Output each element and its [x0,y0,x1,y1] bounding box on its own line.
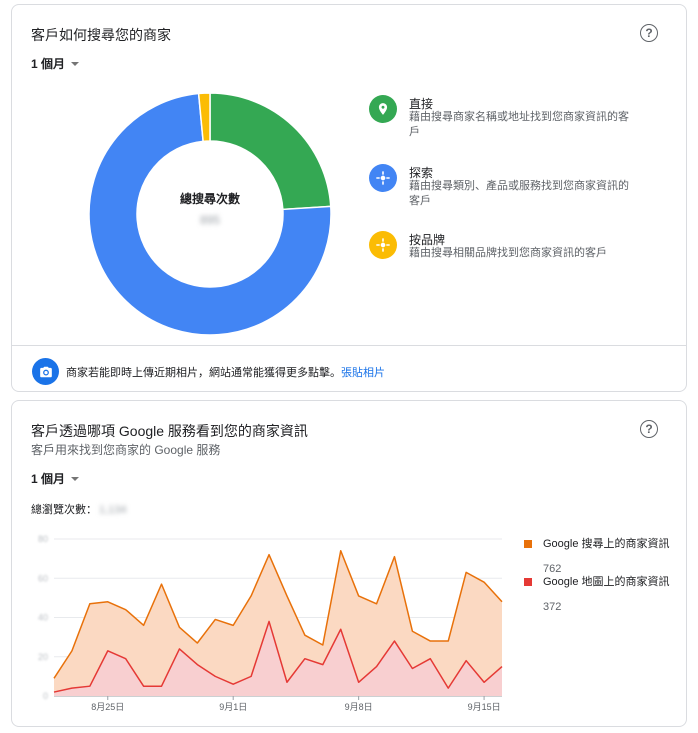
views-card-title: 客戶透過哪項 Google 服務看到您的商家資訊 [31,423,308,439]
x-tick-label: 9月15日 [468,702,501,712]
y-tick-label: 60 [38,573,48,583]
x-tick-label: 9月1日 [219,702,247,712]
y-tick-label: 40 [38,613,48,623]
views-card-subtitle: 客戶用來找到您商家的 Google 服務 [31,443,221,457]
period-dropdown[interactable]: 1 個月 [31,55,80,72]
donut-center-value: 895 [199,213,221,227]
legend-description: 藉由搜尋類別、產品或服務找到您商家資訊的客戶 [409,180,629,207]
views-by-service-card: 客戶透過哪項 Google 服務看到您的商家資訊 客戶用來找到您商家的 Goog… [11,400,687,727]
camera-icon [32,358,59,385]
chevron-down-icon [71,62,80,66]
y-tick-label: 80 [38,534,48,544]
period-dropdown-label: 1 個月 [31,472,66,486]
series-total: 372 [543,601,562,613]
total-views-value: 1,134 [99,504,127,516]
donut-center-label: 總搜尋次數 [179,192,240,206]
x-tick-label: 8月25日 [91,702,124,712]
help-icon[interactable]: ? [640,420,658,438]
search-breakdown-card: 客戶如何搜尋您的商家 ? 1 個月 總搜尋次數 895 直接 藉由搜尋商家名稱或… [11,4,687,392]
compass-icon [369,164,397,192]
chevron-down-icon [71,477,80,481]
search-card-title: 客戶如何搜尋您的商家 [31,27,171,43]
period-dropdown[interactable]: 1 個月 [31,470,80,487]
map-pin-icon [369,95,397,123]
legend-description: 藉由搜尋商家名稱或地址找到您商家資訊的客戶 [409,111,629,138]
x-tick-label: 9月8日 [345,702,373,712]
legend-description: 藉由搜尋相關品牌找到您商家資訊的客戶 [409,247,607,259]
legend-swatch [524,578,532,586]
photo-tip-text: 商家若能即時上傳近期相片，網站通常能獲得更多點擊。張貼相片 [66,367,385,379]
legend-swatch [524,540,532,548]
period-dropdown-label: 1 個月 [31,57,66,71]
views-area-chart: 0 20 40 60 80 8月25日 9月1日 9月8日 9月15日 [38,534,503,712]
series-name: Google 地圖上的商家資訊 [543,576,670,588]
help-icon[interactable]: ? [640,24,658,42]
total-views: 總瀏覽次數： 1,134 [31,501,127,517]
compass-icon [369,231,397,259]
y-tick-label: 20 [38,652,48,662]
series-total: 762 [543,563,562,575]
total-views-label: 總瀏覽次數： [31,504,97,516]
series-name: Google 搜尋上的商家資訊 [543,538,670,550]
photo-tip-footer: 商家若能即時上傳近期相片，網站通常能獲得更多點擊。張貼相片 [12,345,686,391]
y-tick-label: 0 [43,691,48,701]
post-photo-link[interactable]: 張貼相片 [341,367,385,379]
